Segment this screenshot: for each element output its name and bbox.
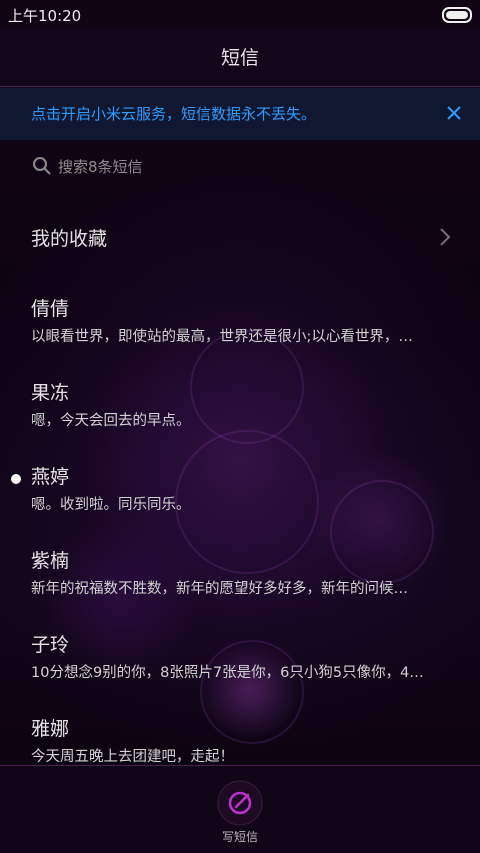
status-time: 上午10:20	[8, 7, 82, 25]
message-preview: 今天周五晚上去团建吧，走起！	[31, 749, 234, 765]
contact-name: 雅娜	[31, 718, 70, 740]
close-icon[interactable]	[442, 98, 466, 128]
battery-icon	[442, 7, 472, 23]
cloud-service-banner[interactable]: 点击开启小米云服务，短信数据永不丢失。	[0, 88, 480, 140]
conversation-item[interactable]: 果冻 嗯，今天会回去的早点。	[0, 366, 480, 450]
compose-button[interactable]	[217, 780, 263, 826]
contact-name: 倩倩	[31, 298, 70, 320]
compose-icon[interactable]	[217, 780, 263, 826]
title-bar: 短信	[0, 28, 480, 87]
contact-name: 果冻	[31, 382, 70, 404]
contact-name: 燕婷	[31, 466, 70, 488]
conversation-item[interactable]: 子玲 10分想念9别的你，8张照片7张是你，6只小狗5只像你，4…	[0, 618, 480, 702]
banner-text[interactable]: 点击开启小米云服务，短信数据永不丢失。	[31, 103, 316, 124]
battery-level	[446, 11, 468, 19]
unread-indicator	[11, 474, 21, 484]
contact-name: 子玲	[31, 634, 70, 656]
compose-label[interactable]: 写短信	[0, 828, 480, 845]
favorites-label: 我的收藏	[31, 228, 108, 250]
conversation-item[interactable]: 紫楠 新年的祝福数不胜数，新年的愿望好多好多，新年的问候…	[0, 534, 480, 618]
search-input[interactable]	[58, 154, 438, 180]
message-preview: 以眼看世界，即使站的最高，世界还是很小;以心看世界，…	[31, 329, 413, 345]
status-bar: 上午10:20	[0, 0, 480, 28]
search-icon	[32, 156, 54, 178]
conversation-item[interactable]: 燕婷 嗯。收到啦。同乐同乐。	[0, 450, 480, 534]
message-preview: 嗯，今天会回去的早点。	[31, 413, 191, 429]
bottom-bar: 写短信	[0, 765, 480, 853]
page-title: 短信	[220, 47, 259, 69]
chevron-right-icon	[438, 226, 452, 248]
message-preview: 10分想念9别的你，8张照片7张是你，6只小狗5只像你，4…	[31, 665, 424, 681]
message-preview: 嗯。收到啦。同乐同乐。	[31, 497, 191, 513]
favorites-entry[interactable]: 我的收藏	[0, 210, 480, 266]
sms-app-screen: 上午10:20 短信 点击开启小米云服务，短信数据永不丢失。 我的收藏	[0, 0, 480, 853]
message-preview: 新年的祝福数不胜数，新年的愿望好多好多，新年的问候…	[31, 581, 408, 597]
search-bar[interactable]	[22, 150, 462, 184]
contact-name: 紫楠	[31, 550, 70, 572]
conversation-item[interactable]: 倩倩 以眼看世界，即使站的最高，世界还是很小;以心看世界，…	[0, 282, 480, 366]
